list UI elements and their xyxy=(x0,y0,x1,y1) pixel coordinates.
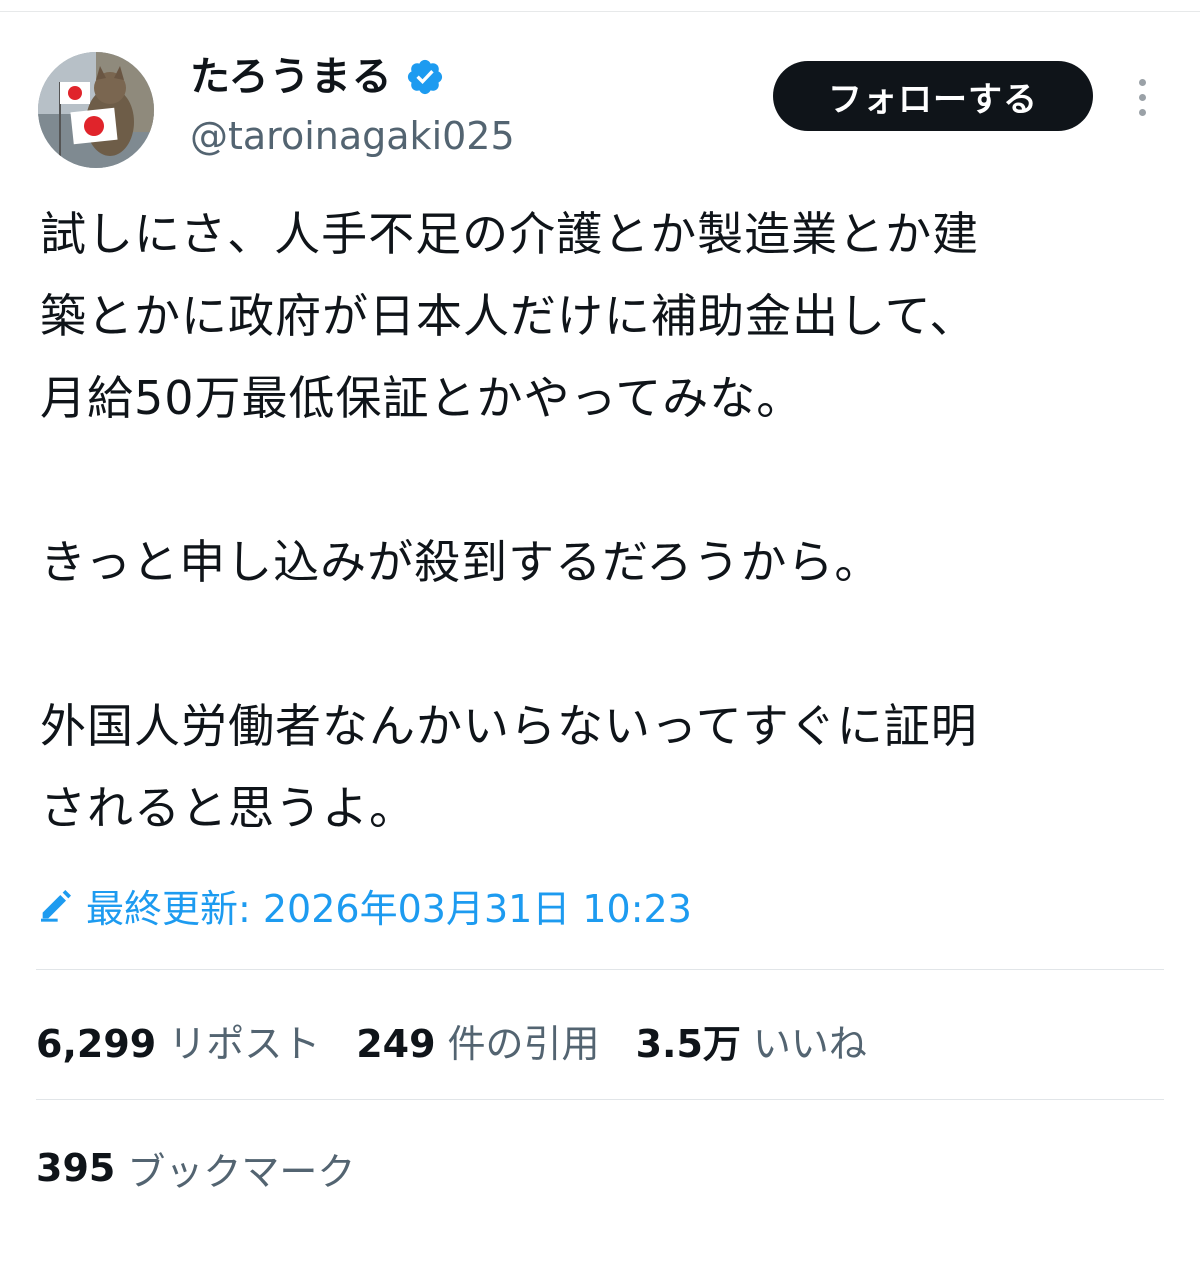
likes-count: 3.5万 xyxy=(635,1021,741,1066)
reposts-count: 6,299 xyxy=(36,1021,157,1066)
cat-with-japanese-flags-avatar-icon xyxy=(38,52,154,168)
tweet-line: 築とかに政府が日本人だけに補助金出して、 xyxy=(40,289,977,343)
bookmarks-count: 395 xyxy=(36,1146,116,1190)
tweet-line: 外国人労働者なんかいらないってすぐに証明 xyxy=(40,699,978,753)
top-divider xyxy=(0,11,1200,12)
display-name[interactable]: たろうまる xyxy=(190,52,393,102)
more-dot xyxy=(1138,78,1146,86)
divider xyxy=(36,969,1164,970)
tweet-line: されると思うよ。 xyxy=(40,781,416,835)
edited-timestamp[interactable]: 最終更新: 2026年03月31日 10:23 xyxy=(36,880,692,931)
more-dot xyxy=(1138,93,1146,101)
bookmarks-stat[interactable]: 395 ブックマーク xyxy=(36,1143,356,1194)
verified-badge-icon[interactable] xyxy=(405,57,445,97)
divider xyxy=(36,1099,1164,1100)
edited-text: 最終更新: 2026年03月31日 10:23 xyxy=(86,886,692,931)
quotes-label: 件の引用 xyxy=(447,1021,600,1066)
author-handle[interactable]: @taroinagaki025 xyxy=(190,112,515,160)
engagement-stats: 6,299 リポスト 249 件の引用 3.5万 いいね xyxy=(36,1013,867,1068)
follow-button[interactable]: フォローする xyxy=(773,61,1093,131)
bookmarks-label: ブックマーク xyxy=(127,1149,356,1194)
more-vertical-icon[interactable] xyxy=(1122,72,1162,122)
tweet-blank-line xyxy=(40,603,1170,685)
tweet-detail: たろうまる @taroinagaki025 フォローする 試しにさ、人手不足の介… xyxy=(0,0,1200,1265)
avatar[interactable] xyxy=(38,52,154,168)
more-dot xyxy=(1138,108,1146,116)
reposts-label: リポスト xyxy=(168,1021,321,1066)
likes-stat[interactable]: 3.5万 いいね xyxy=(636,1013,867,1068)
tweet-line: きっと申し込みが殺到するだろうから。 xyxy=(40,535,882,589)
likes-label: いいね xyxy=(752,1021,867,1066)
author-name-row[interactable]: たろうまる xyxy=(190,52,445,102)
tweet-text: 試しにさ、人手不足の介護とか製造業とか建 築とかに政府が日本人だけに補助金出して… xyxy=(40,193,1170,849)
tweet-line: 月給50万最低保証とかやってみな。 xyxy=(40,371,804,425)
pencil-icon xyxy=(36,885,76,925)
reposts-stat[interactable]: 6,299 リポスト xyxy=(36,1013,320,1068)
tweet-blank-line xyxy=(40,439,1170,521)
quotes-count: 249 xyxy=(356,1021,436,1066)
quotes-stat[interactable]: 249 件の引用 xyxy=(356,1013,599,1068)
tweet-line: 試しにさ、人手不足の介護とか製造業とか建 xyxy=(40,207,980,261)
